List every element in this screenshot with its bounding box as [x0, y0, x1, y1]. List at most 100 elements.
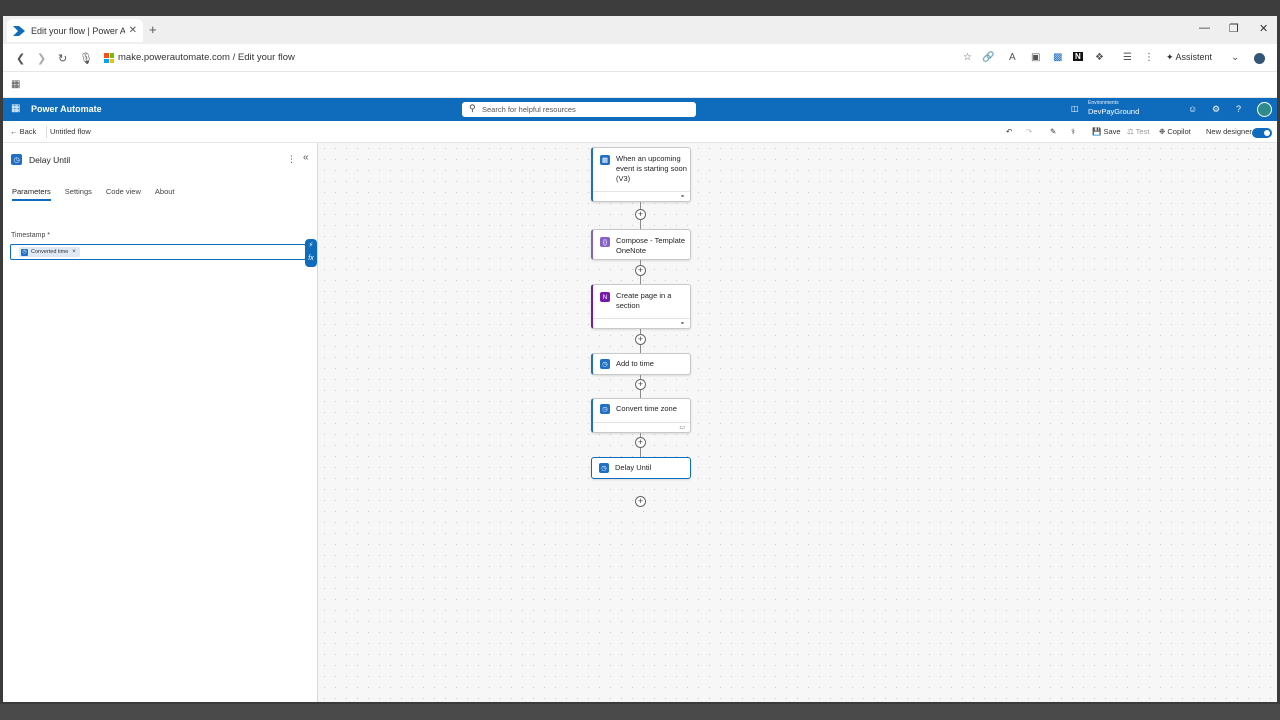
trigger-node[interactable]: ▦ When an upcoming event is starting soo…: [591, 147, 691, 202]
tab-close-icon[interactable]: ✕: [129, 25, 137, 36]
collapse-panel-icon[interactable]: «: [303, 152, 309, 163]
calendar-icon: ▦: [600, 155, 610, 165]
app-title[interactable]: Power Automate: [31, 104, 102, 114]
new-designer-label: New designer: [1206, 127, 1252, 136]
delay-until-node[interactable]: ◷ Delay Until: [591, 457, 691, 479]
tab-parameters[interactable]: Parameters: [12, 187, 51, 201]
copilot-button[interactable]: ❉ Copilot: [1159, 127, 1191, 136]
active-tab[interactable]: Edit your flow | Power Autom ✕: [7, 19, 143, 42]
dynamic-content-token[interactable]: ◷ Converted time ×: [19, 247, 80, 257]
apps-grid-icon[interactable]: ▦: [11, 79, 20, 90]
node-title: Convert time zone: [616, 404, 677, 413]
clock-icon: ◷: [11, 154, 22, 165]
flow-checker-icon[interactable]: ⚕: [1071, 127, 1075, 136]
tab-about[interactable]: About: [155, 187, 175, 201]
power-automate-favicon-icon: [13, 25, 25, 36]
divider: [46, 126, 47, 138]
panel-header: ◷ Delay Until: [11, 154, 70, 165]
user-avatar[interactable]: [1257, 102, 1272, 117]
forward-arrow-icon[interactable]: ❯: [37, 52, 46, 65]
add-to-time-node[interactable]: ◷ Add to time: [591, 353, 691, 375]
chevron-down-icon[interactable]: ⌄: [1231, 52, 1239, 63]
settings-gear-icon[interactable]: ⚙: [1212, 104, 1220, 115]
favorite-star-icon[interactable]: ☆: [963, 52, 972, 63]
comment-icon[interactable]: ✎: [1050, 127, 1056, 136]
compose-node[interactable]: {} Compose - Template OneNote: [591, 229, 691, 260]
profile-avatar-icon[interactable]: [1254, 53, 1265, 64]
assistant-label: Assistent: [1175, 52, 1213, 62]
help-icon[interactable]: ?: [1236, 104, 1241, 114]
address-bar: ❮ ❯ ↻ 🎙 make.powerautomate.com / Edit yo…: [3, 44, 1277, 72]
add-step-button[interactable]: +: [635, 379, 646, 390]
environment-label: Environments: [1088, 100, 1119, 106]
more-options-icon[interactable]: ⋮: [287, 154, 296, 165]
redo-icon[interactable]: ↷: [1026, 127, 1032, 136]
minimize-button[interactable]: —: [1199, 22, 1210, 34]
node-title: Delay Until: [615, 463, 652, 472]
token-label: Converted time: [31, 249, 69, 255]
environment-icon: ◫: [1071, 104, 1079, 113]
environment-picker[interactable]: Environments DevPayGround: [1088, 101, 1139, 116]
reading-list-icon[interactable]: ☰: [1123, 52, 1132, 63]
onenote-node[interactable]: N Create page in a section ⚭: [591, 284, 691, 329]
dynamic-content-bolt-icon[interactable]: ⚡: [305, 239, 317, 252]
url-field[interactable]: make.powerautomate.com / Edit your flow: [118, 52, 295, 63]
node-footer: ⚭: [593, 318, 690, 328]
new-tab-button[interactable]: +: [149, 22, 157, 37]
notion-icon[interactable]: N: [1073, 52, 1083, 61]
extension-badge-icon[interactable]: ▩: [1053, 52, 1062, 63]
browser-window: Edit your flow | Power Autom ✕ + — ❐ ✕ ❮…: [3, 16, 1277, 702]
extensions-puzzle-icon[interactable]: ❖: [1095, 52, 1104, 63]
panel-title[interactable]: Delay Until: [29, 155, 70, 165]
top-strip: [0, 0, 1280, 16]
add-step-button[interactable]: +: [635, 209, 646, 220]
restore-button[interactable]: ❐: [1229, 22, 1239, 35]
back-button[interactable]: ← Back: [10, 127, 36, 136]
add-step-button[interactable]: +: [635, 496, 646, 507]
save-label: Save: [1103, 127, 1121, 136]
link-icon[interactable]: 🔗: [982, 52, 994, 63]
expression-fx-icon[interactable]: fx: [305, 252, 317, 265]
translate-icon[interactable]: A: [1009, 52, 1016, 63]
clock-icon: ◷: [600, 404, 610, 414]
audio-icon[interactable]: ⋮: [1144, 52, 1154, 63]
insert-content-tools: ⚡ fx: [305, 239, 317, 267]
remove-token-icon[interactable]: ×: [72, 249, 76, 255]
tab-code-view[interactable]: Code view: [106, 187, 141, 201]
flow-name[interactable]: Untitled flow: [50, 127, 91, 136]
tab-settings[interactable]: Settings: [65, 187, 92, 201]
reload-icon[interactable]: ↻: [58, 52, 67, 65]
timestamp-label: Timestamp *: [11, 232, 51, 239]
add-step-button[interactable]: +: [635, 437, 646, 448]
close-window-button[interactable]: ✕: [1259, 22, 1268, 35]
link-icon: ⚭: [679, 321, 685, 327]
undo-icon[interactable]: ↶: [1006, 127, 1012, 136]
back-arrow-icon[interactable]: ❮: [16, 52, 25, 65]
link-icon: ⚭: [679, 194, 685, 200]
app-launcher-icon[interactable]: ▦: [11, 103, 20, 114]
tab-title: Edit your flow | Power Autom: [31, 25, 125, 36]
copilot-label: Copilot: [1167, 127, 1191, 136]
assistant-button[interactable]: ✦ Assistent: [1166, 52, 1212, 63]
onenote-icon: N: [600, 292, 610, 302]
test-button[interactable]: ⚖ Test: [1127, 127, 1149, 136]
clock-icon: ◷: [600, 359, 610, 369]
add-step-button[interactable]: +: [635, 265, 646, 276]
flow-canvas[interactable]: ▦ When an upcoming event is starting soo…: [319, 143, 1277, 702]
convert-time-zone-node[interactable]: ◷ Convert time zone ▭: [591, 398, 691, 433]
tab-bar: Edit your flow | Power Autom ✕ + — ❐ ✕: [3, 16, 1277, 44]
comment-icon: ▭: [679, 425, 685, 431]
new-designer-toggle[interactable]: [1252, 128, 1272, 138]
screenshot-icon[interactable]: ▣: [1031, 52, 1040, 63]
bookmarks-bar: ▦: [3, 72, 1277, 98]
microphone-icon[interactable]: 🎙: [79, 52, 93, 65]
search-placeholder: Search for helpful resources: [482, 105, 576, 114]
notifications-icon[interactable]: ☺: [1188, 104, 1197, 114]
microsoft-logo-icon: [104, 53, 114, 63]
add-step-button[interactable]: +: [635, 334, 646, 345]
node-title: When an upcoming event is starting soon …: [616, 154, 687, 183]
search-input[interactable]: ⚲ Search for helpful resources: [462, 102, 696, 117]
save-button[interactable]: 💾 Save: [1092, 127, 1121, 136]
app-header: ▦ Power Automate ⚲ Search for helpful re…: [3, 98, 1277, 121]
timestamp-field[interactable]: ◷ Converted time ×: [10, 244, 306, 260]
